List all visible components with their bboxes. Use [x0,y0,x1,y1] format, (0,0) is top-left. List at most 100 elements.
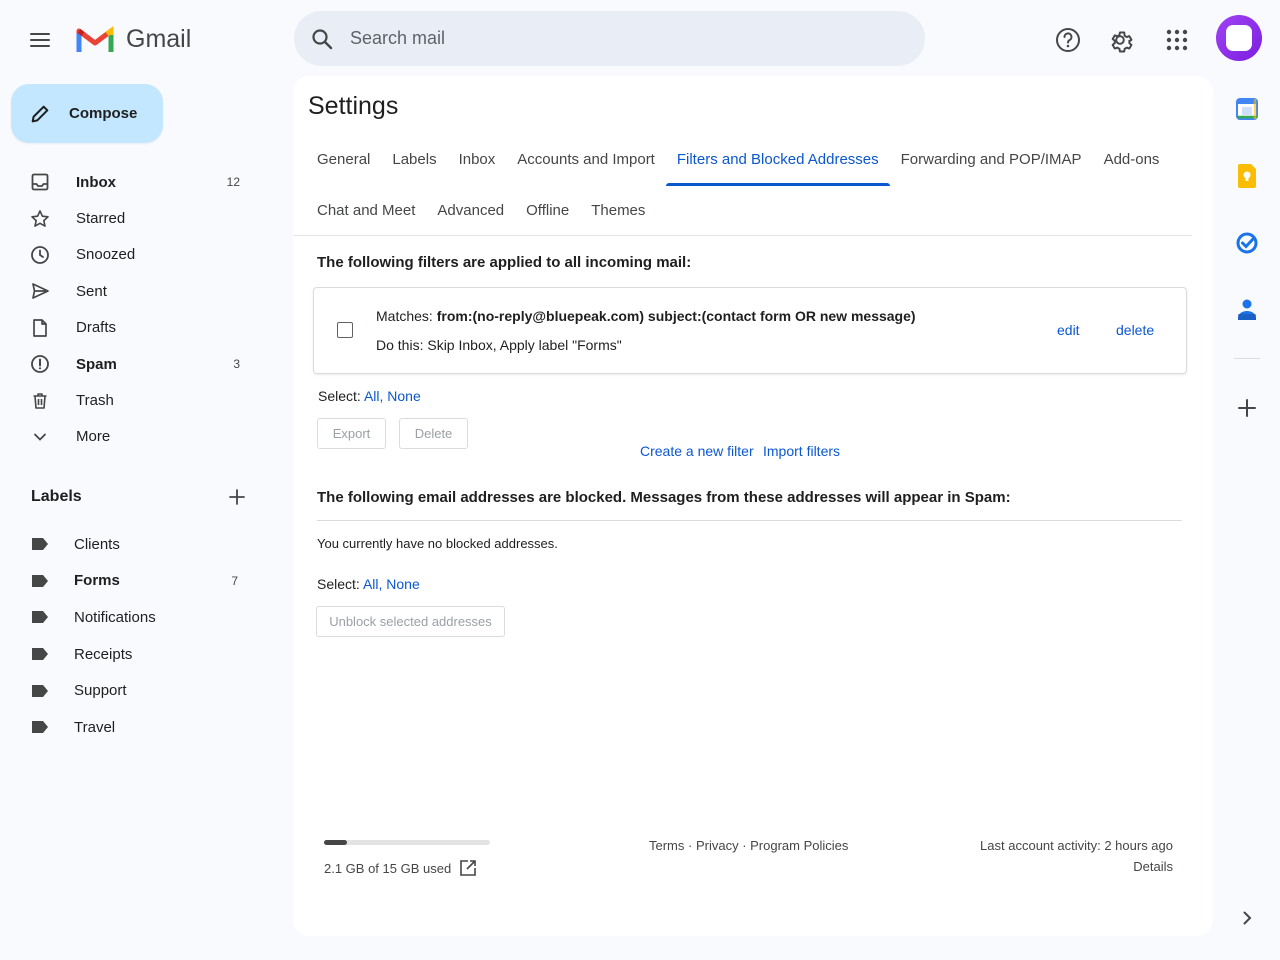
plus-icon [229,489,245,505]
tasks-app-button[interactable] [1228,224,1266,262]
label-item-clients[interactable]: Clients [26,526,256,563]
program-policies-link[interactable]: Program Policies [750,838,848,853]
get-add-ons-button[interactable] [1228,389,1266,427]
blocked-empty-message: You currently have no blocked addresses. [317,536,558,551]
blocked-divider [317,520,1182,521]
details-link[interactable]: Details [1133,859,1173,874]
tab-general[interactable]: General [306,146,381,184]
storage-bar-fill [324,840,348,845]
blocked-select-all-link[interactable]: All [363,576,379,592]
create-filter-link[interactable]: Create a new filter [640,443,754,459]
label-tag-icon [32,574,48,587]
tab-forwarding-pop-imap[interactable]: Forwarding and POP/IMAP [890,146,1093,184]
show-side-panel-button[interactable] [1228,899,1266,937]
nav-item-spam[interactable]: Spam 3 [20,346,260,382]
nav-item-more[interactable]: More [20,419,260,455]
settings-tabs-row-1: General Labels Inbox Accounts and Import… [306,146,1171,186]
nav-item-trash[interactable]: Trash [20,382,260,418]
tabs-divider [294,235,1192,236]
select-label: Select: [317,576,360,592]
hamburger-icon [30,33,50,47]
terms-link[interactable]: Terms [649,838,684,853]
compose-label: Compose [69,105,138,122]
label-item-notifications[interactable]: Notifications [26,599,256,636]
label-item-receipts[interactable]: Receipts [26,636,256,673]
nav-list: Inbox 12 Starred Snoozed Sent Drafts Spa… [20,164,260,455]
label-name: Clients [74,535,120,553]
main-menu-button[interactable] [22,22,58,58]
select-none-link[interactable]: None [387,388,420,404]
support-button[interactable] [1048,20,1088,60]
search-icon[interactable] [294,27,350,51]
search-bar[interactable] [294,11,925,66]
nav-item-sent[interactable]: Sent [20,273,260,309]
tab-labels[interactable]: Labels [381,146,447,184]
nav-item-starred[interactable]: Starred [20,200,260,236]
filter-action-label: Do this: [376,337,424,353]
labels-list: Clients Forms 7 Notifications Receipts S… [26,526,256,746]
import-filters-link[interactable]: Import filters [763,443,840,459]
nav-item-inbox[interactable]: Inbox 12 [20,164,260,200]
clock-icon [31,246,49,264]
tab-add-ons[interactable]: Add-ons [1093,146,1171,184]
label-tag-icon [32,538,48,551]
gmail-logo[interactable]: Gmail [76,22,191,56]
account-avatar[interactable] [1216,15,1262,61]
blocked-select-none-link[interactable]: None [386,576,419,592]
label-item-forms[interactable]: Forms 7 [26,563,256,600]
tab-accounts-and-import[interactable]: Accounts and Import [506,146,666,184]
label-tag-icon [32,611,48,624]
storage-text: 2.1 GB of 15 GB used [324,860,452,876]
compose-button[interactable]: Compose [11,84,163,143]
export-button[interactable]: Export [317,418,386,449]
open-in-new-icon [460,860,477,876]
delete-button[interactable]: Delete [399,418,468,449]
storage-info: 2.1 GB of 15 GB used [324,859,477,877]
tab-chat-and-meet[interactable]: Chat and Meet [306,197,426,235]
filter-action: Do this: Skip Inbox, Apply label "Forms" [376,337,622,353]
filter-matches-value: from:(no-reply@bluepeak.com) subject:(co… [436,308,916,324]
label-name: Forms [74,572,120,590]
filters-select-row: Select: All, None [318,388,421,404]
chevron-down-icon [34,433,46,441]
contacts-app-button[interactable] [1228,290,1266,328]
filter-checkbox[interactable] [337,322,353,338]
label-name: Receipts [74,645,133,663]
label-tag-icon [32,684,48,697]
label-tag-icon [32,648,48,661]
nav-item-drafts[interactable]: Drafts [20,310,260,346]
filter-edit-link[interactable]: edit [1057,322,1080,338]
calendar-app-button[interactable] [1228,90,1266,128]
privacy-link[interactable]: Privacy [696,838,739,853]
gear-icon [1111,31,1133,53]
tab-offline[interactable]: Offline [515,197,580,235]
nav-label: Sent [76,282,107,300]
tab-inbox[interactable]: Inbox [448,146,507,184]
spam-icon [31,355,49,374]
unblock-button[interactable]: Unblock selected addresses [316,606,505,637]
label-item-travel[interactable]: Travel [26,709,256,746]
nav-count: 3 [233,357,240,372]
search-input[interactable] [350,28,870,49]
keep-app-button[interactable] [1228,157,1266,195]
label-item-support[interactable]: Support [26,672,256,709]
select-all-link[interactable]: All [364,388,380,404]
create-label-button[interactable] [228,488,246,506]
avatar-glyph [1226,25,1252,51]
manage-storage-button[interactable] [459,859,477,877]
filter-row: Matches: from:(no-reply@bluepeak.com) su… [313,287,1187,374]
calendar-icon [1236,98,1258,120]
gmail-m-icon [76,26,114,52]
label-count: 7 [231,573,238,588]
page-title: Settings [308,92,399,120]
tab-advanced[interactable]: Advanced [426,197,515,235]
inbox-icon [31,173,49,191]
filter-delete-link[interactable]: delete [1116,322,1154,338]
tab-themes[interactable]: Themes [580,197,656,235]
apps-button[interactable] [1157,20,1197,60]
nav-label: Snoozed [76,246,136,264]
tab-filters-and-blocked-addresses[interactable]: Filters and Blocked Addresses [665,146,890,186]
nav-item-snoozed[interactable]: Snoozed [20,237,260,273]
settings-button[interactable] [1100,20,1140,60]
nav-count: 12 [226,175,240,190]
